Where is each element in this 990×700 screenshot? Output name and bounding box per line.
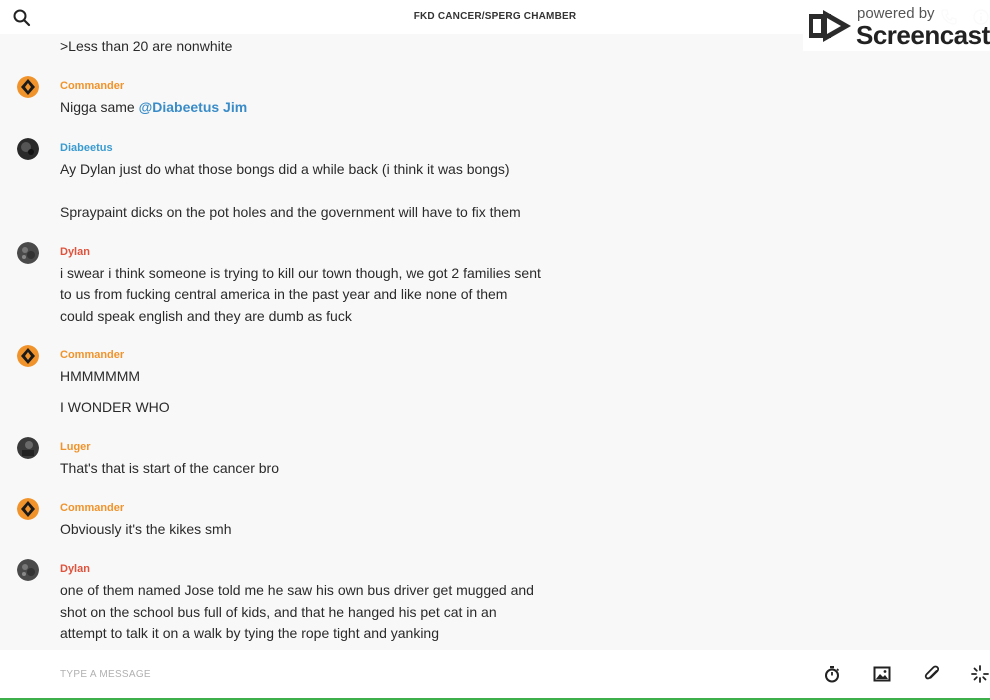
message-text: i swear i think someone is trying to kil…: [60, 265, 541, 281]
message-text: one of them named Jose told me he saw hi…: [60, 582, 534, 598]
avatar[interactable]: [17, 345, 39, 367]
author-name[interactable]: Commander: [60, 80, 124, 92]
message-text: That's that is start of the cancer bro: [60, 460, 279, 476]
message-text: Nigga same @Diabeetus Jim: [60, 99, 247, 115]
mention-link[interactable]: @Diabeetus Jim: [139, 99, 248, 115]
message-text: Ay Dylan just do what those bongs did a …: [60, 161, 510, 177]
image-icon[interactable]: [872, 664, 892, 684]
commander-avatar-icon: [17, 76, 39, 98]
message-text: shot on the school bus full of kids, and…: [60, 604, 497, 620]
timer-icon[interactable]: [822, 664, 842, 684]
message-text: I WONDER WHO: [60, 399, 170, 415]
message-text-part: Nigga same: [60, 99, 139, 115]
author-name[interactable]: Commander: [60, 502, 124, 514]
message-text: >Less than 20 are nonwhite: [60, 38, 233, 54]
sparkle-icon[interactable]: [970, 664, 990, 684]
author-name[interactable]: Dylan: [60, 246, 90, 258]
message-text: Spraypaint dicks on the pot holes and th…: [60, 204, 521, 220]
message-text: could speak english and they are dumb as…: [60, 308, 352, 324]
avatar[interactable]: [17, 138, 39, 160]
message-composer: [0, 650, 990, 698]
avatar[interactable]: [17, 76, 39, 98]
author-name[interactable]: Luger: [60, 441, 91, 453]
attachment-icon[interactable]: [922, 664, 942, 684]
avatar[interactable]: [17, 242, 39, 264]
author-name[interactable]: Dylan: [60, 563, 90, 575]
avatar[interactable]: [17, 498, 39, 520]
avatar[interactable]: [17, 437, 39, 459]
message-input[interactable]: [60, 664, 760, 684]
message-text: to us from fucking central america in th…: [60, 286, 508, 302]
author-name[interactable]: Diabeetus: [60, 142, 113, 154]
author-name[interactable]: Commander: [60, 349, 124, 361]
message-text: HMMMMMM: [60, 368, 141, 384]
message-text: Obviously it's the kikes smh: [60, 521, 232, 537]
message-text: attempt to talk it on a walk by tying th…: [60, 625, 439, 641]
message-list: >Less than 20 are nonwhite Commander Nig…: [0, 34, 990, 650]
avatar[interactable]: [17, 559, 39, 581]
